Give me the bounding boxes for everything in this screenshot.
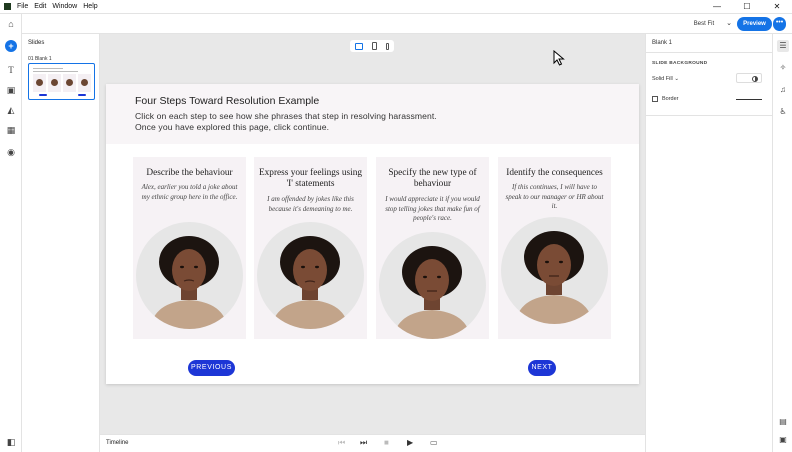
captions-icon[interactable]: ▭	[430, 438, 438, 447]
menu-file[interactable]: File	[17, 3, 28, 10]
slides-panel-title: Slides	[28, 40, 45, 46]
effects-icon[interactable]: ✧	[777, 62, 789, 74]
more-options-button[interactable]: •••	[773, 17, 786, 31]
fill-color-swatch[interactable]	[736, 73, 762, 83]
slide-title: Four Steps Toward Resolution Example	[135, 95, 320, 107]
chevron-down-icon: ⌄	[674, 76, 679, 82]
device-switcher	[350, 40, 394, 52]
zoom-select[interactable]: Best Fit ⌄	[694, 19, 732, 27]
thumb-card	[63, 74, 76, 92]
thumb-portrait	[66, 79, 73, 86]
menu-window[interactable]: Window	[52, 3, 77, 10]
next-button[interactable]: NEXT	[528, 360, 556, 376]
zoom-value: Best Fit	[693, 21, 715, 27]
thumb-card	[78, 74, 91, 92]
properties-icon[interactable]: ☰	[777, 40, 789, 52]
toolbar: Best Fit ⌄ Preview •••	[0, 14, 792, 34]
play-icon[interactable]: ▶	[407, 438, 413, 447]
menu-bar: File Edit Window Help — ☐ ✕	[0, 0, 792, 14]
preview-button[interactable]: Preview	[737, 17, 772, 31]
mouse-cursor-icon	[553, 50, 565, 66]
stage-canvas: Four Steps Toward Resolution Example Cli…	[100, 34, 645, 434]
step-heading: Identify the consequences	[506, 168, 603, 178]
add-icon[interactable]: +	[5, 40, 17, 52]
step-back-icon[interactable]: ⏮	[338, 438, 345, 448]
close-button[interactable]: ✕	[762, 0, 792, 14]
border-style-preview[interactable]	[736, 99, 762, 100]
media-icon[interactable]: ▣	[5, 84, 17, 96]
previous-button[interactable]: PREVIOUS	[188, 360, 235, 376]
woman-portrait	[501, 217, 608, 324]
step-heading: Specify the new type of behaviour	[388, 168, 477, 189]
chevron-down-icon: ⌄	[726, 20, 732, 27]
thumb-portrait	[36, 79, 43, 86]
divider	[646, 115, 773, 116]
phone-view-icon[interactable]	[386, 42, 390, 50]
step-card-new-behaviour[interactable]: Specify the new type of behaviour I woul…	[376, 157, 489, 339]
menu-help[interactable]: Help	[83, 3, 97, 10]
timeline-label: Timeline	[106, 440, 129, 446]
slide-subtitle-line: Click on each step to see how she phrase…	[135, 111, 437, 121]
step-forward-icon[interactable]: ⏭	[360, 438, 367, 448]
desktop-view-icon[interactable]	[354, 42, 363, 50]
collapse-panel-icon[interactable]: ◧	[5, 436, 17, 448]
accessibility-icon[interactable]: ♿	[777, 106, 789, 118]
maximize-button[interactable]: ☐	[732, 0, 762, 14]
woman-portrait	[136, 222, 243, 329]
step-quote: I would appreciate it if you would stop …	[385, 195, 480, 222]
step-quote: I am offended by jokes like this because…	[267, 195, 354, 213]
app-logo-icon	[4, 3, 11, 10]
slide-thumbnail-name: 01 Blank 1	[28, 56, 52, 62]
step-card-consequences[interactable]: Identify the consequences If this contin…	[498, 157, 611, 339]
notes-icon[interactable]: ▤	[777, 416, 789, 428]
slide-thumbnail[interactable]	[28, 63, 95, 100]
step-quote: If this continues, I will have to speak …	[505, 183, 604, 210]
step-card-feelings[interactable]: Express your feelings using 'I' statemen…	[254, 157, 367, 339]
slide-subtitle: Click on each step to see how she phrase…	[135, 111, 485, 133]
section-heading: SLIDE BACKGROUND	[652, 61, 708, 66]
properties-title: Blank 1	[652, 40, 673, 46]
home-icon[interactable]: ⌂	[5, 18, 17, 30]
thumb-next-button	[78, 94, 86, 96]
step-heading: Express your feelings using 'I' statemen…	[258, 168, 363, 189]
window-controls: — ☐ ✕	[702, 0, 792, 14]
fill-type-select[interactable]: Solid Fill ⌄	[652, 76, 679, 82]
thumb-title-line	[33, 68, 63, 69]
thumb-subtitle-line	[33, 71, 78, 72]
thumb-portrait	[81, 79, 88, 86]
timeline-bar: Timeline ⏮ ⏭ ■ ▶ ▭	[100, 434, 645, 452]
border-label: Border	[662, 96, 679, 102]
step-quote: Alex, earlier you told a joke about my e…	[141, 183, 238, 201]
right-rail: ☰ ✧ ♫ ♿ ▤ ▣	[772, 34, 792, 452]
border-checkbox[interactable]	[652, 96, 658, 102]
stop-icon[interactable]: ■	[384, 438, 389, 447]
slide-subtitle-line: Once you have explored this page, click …	[135, 122, 330, 132]
minimize-button[interactable]: —	[702, 0, 732, 14]
properties-panel: Blank 1 SLIDE BACKGROUND Solid Fill ⌄ Bo…	[645, 34, 773, 452]
shapes-icon[interactable]: ◭	[5, 104, 17, 116]
slides-panel: Slides 01 Blank 1	[22, 34, 100, 452]
woman-portrait	[257, 222, 364, 329]
left-rail: ⌂ + T ▣ ◭ ▦ ◉ ◧	[0, 14, 22, 452]
thumb-card	[48, 74, 61, 92]
slide-header: Four Steps Toward Resolution Example Cli…	[106, 84, 639, 144]
fill-type-value: Solid Fill	[652, 76, 673, 82]
divider	[646, 52, 773, 53]
tablet-view-icon[interactable]	[371, 42, 377, 50]
app-window: File Edit Window Help — ☐ ✕ Best Fit ⌄ Pr…	[0, 0, 792, 452]
slide: Four Steps Toward Resolution Example Cli…	[106, 84, 639, 384]
contrast-icon	[752, 76, 758, 82]
thumb-portrait	[51, 79, 58, 86]
step-heading: Describe the behaviour	[146, 168, 233, 178]
step-card-describe[interactable]: Describe the behaviour Alex, earlier you…	[133, 157, 246, 339]
audio-icon[interactable]: ♫	[777, 84, 789, 96]
comments-icon[interactable]: ▣	[777, 434, 789, 446]
interactions-icon[interactable]: ◉	[5, 146, 17, 158]
thumb-previous-button	[39, 94, 47, 96]
woman-portrait	[379, 232, 486, 339]
widgets-icon[interactable]: ▦	[5, 124, 17, 136]
menu-edit[interactable]: Edit	[34, 3, 46, 10]
thumb-card	[33, 74, 46, 92]
text-icon[interactable]: T	[5, 64, 17, 76]
